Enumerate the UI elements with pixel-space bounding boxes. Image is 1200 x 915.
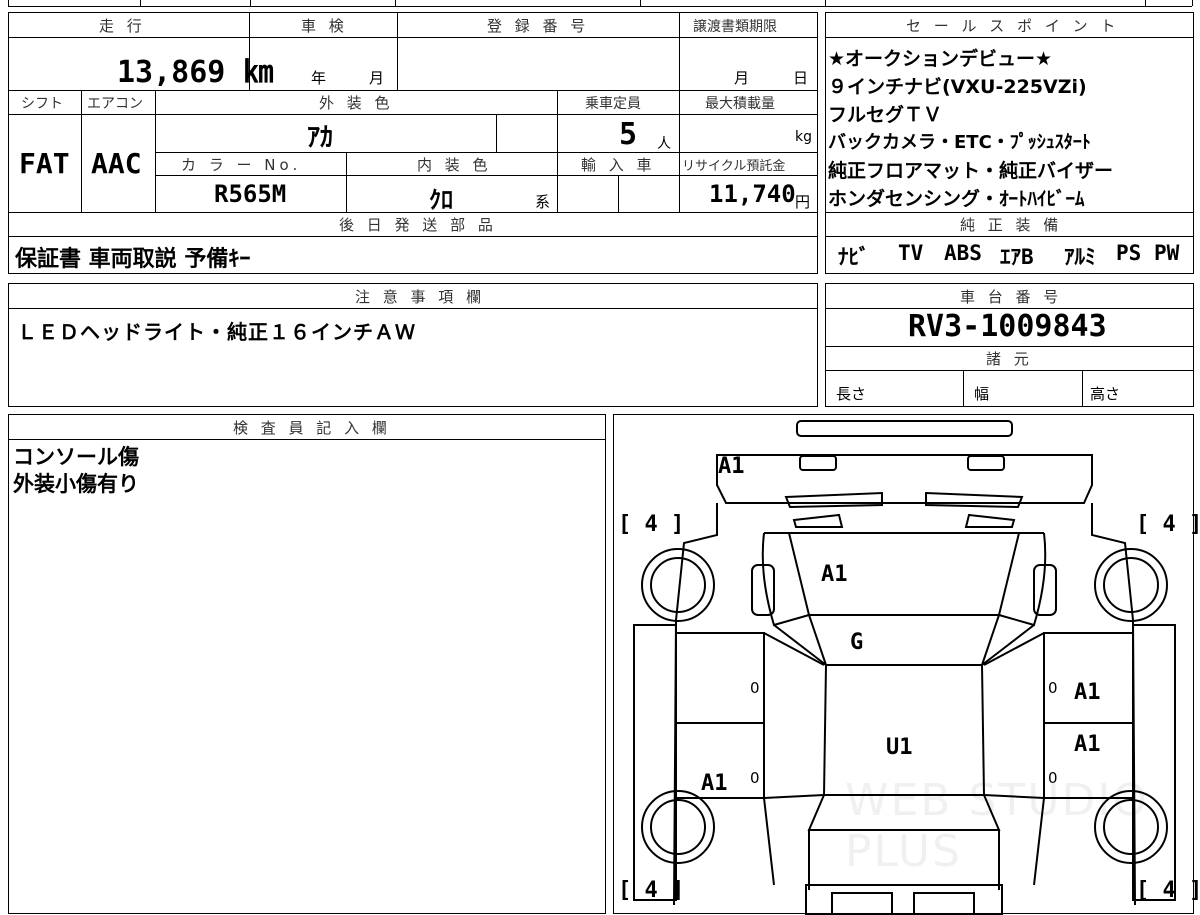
exterior-color-label: 外 装 色 [319,94,394,112]
sales-point-line: バックカメラ・ETC・ﾌﾟｯｼｭｽﾀｰﾄ [828,132,1091,153]
transfer-deadline-label: 譲渡書類期限 [693,19,777,35]
width-label: 幅 [974,385,990,403]
interior-suffix: 系 [535,193,551,211]
color-no-label: カ ラ ー No. [181,156,302,174]
watermark: WEB STUDIO PLUS [845,775,1149,877]
height-label: 高さ [1090,385,1121,403]
inspector-box: 検 査 員 記 入 欄 コンソール傷 外装小傷有り [8,414,606,914]
equipment-item: PS [1116,241,1142,265]
max-load-unit: kg [795,129,812,145]
capacity-unit: 人 [657,136,671,152]
later-parts-value: 保証書 車両取説 予備ｷｰ [15,247,251,272]
inspector-label: 検 査 員 記 入 欄 [233,419,391,437]
sales-point-line: 純正フロアマット・純正バイザー [828,160,1114,182]
damage-mark-hood: A1 [821,562,848,587]
max-load-label: 最大積載量 [705,96,775,112]
inspection-month: 月 [369,69,385,87]
damage-mark-windshield: G [850,630,864,655]
recycle-unit: 円 [795,193,811,211]
equipment-item: ｱﾙﾐ [1064,245,1096,269]
tire-front-left-tread: [ 4 ] [618,512,685,537]
sales-point-line: フルセグＴＶ [828,104,943,126]
door-zero-mark: 0 [750,679,760,697]
equipment-item: ｴｱB [1000,245,1034,269]
inspection-year: 年 [311,69,327,87]
sales-point-line: ９インチナビ(VXU-225VZi) [828,76,1087,98]
inspection-label: 車 検 [301,17,348,35]
inspector-note: コンソール傷 [13,445,139,469]
transfer-day: 日 [793,69,809,87]
sales-points-box: セ ー ル ス ポ イ ン ト ★オークションデビュー★ ９インチナビ(VXU-… [825,12,1194,274]
mileage-value: 13,869 ㎞ [117,55,274,90]
exterior-color-value: ｱｶ [307,123,334,153]
transfer-month: 月 [734,69,750,87]
interior-color-label: 内 装 色 [417,156,492,174]
damage-mark-roof: U1 [886,735,913,760]
tire-rear-left-tread: [ 4 ] [618,878,685,903]
standard-equipment-label: 純 正 装 備 [960,216,1063,234]
shift-value: FAT [19,147,70,180]
sales-points-label: セ ー ル ス ポ イ ン ト [906,17,1120,35]
specs-label: 諸 元 [986,350,1033,368]
sales-point-line: ★オークションデビュー★ [828,48,1053,70]
chassis-number: RV3-1009843 [908,309,1107,344]
top-cut-strip [0,0,1200,8]
chassis-label: 車 台 番 号 [960,288,1063,306]
door-zero-mark: 0 [1048,679,1058,697]
aircon-value: AAC [91,147,142,180]
chassis-box: 車 台 番 号 RV3-1009843 諸 元 長さ 幅 高さ [825,283,1194,407]
sales-point-line: ホンダセンシング・ｵｰﾄﾊｲﾋﾞｰﾑ [828,188,1085,210]
equipment-item: ABS [944,241,982,265]
recycle-value: 11,740 [709,180,796,208]
tire-front-right-tread: [ 4 ] [1136,512,1200,537]
registration-label: 登 録 番 号 [487,17,590,35]
color-no-value: R565M [214,180,287,208]
equipment-item: ﾅﾋﾞ [838,245,870,269]
damage-mark-left-rear-door: A1 [701,771,728,796]
length-label: 長さ [836,385,867,403]
notes-value: ＬＥＤヘッドライト・純正１６インチＡＷ [17,320,416,344]
vehicle-info-table: 走 行 車 検 登 録 番 号 譲渡書類期限 13,869 ㎞ 年 月 月 日 … [8,12,818,274]
door-zero-mark: 0 [750,769,760,787]
equipment-item: TV [898,241,924,265]
notes-label: 注 意 事 項 欄 [355,288,486,306]
damage-mark-front-bumper: A1 [718,454,745,479]
notes-box: 注 意 事 項 欄 ＬＥＤヘッドライト・純正１６インチＡＷ [8,283,818,407]
shift-label: シフト [21,96,63,112]
inspector-note: 外装小傷有り [13,472,139,496]
capacity-value: 5 [619,117,638,152]
damage-mark-right-rear-door: A1 [1074,732,1101,757]
equipment-item: PW [1154,241,1180,265]
later-parts-label: 後 日 発 送 部 品 [339,216,497,234]
aircon-label: エアコン [87,96,143,112]
mileage-label: 走 行 [99,17,146,35]
damage-mark-right-front-door: A1 [1074,680,1101,705]
interior-color-value: ｸﾛ [429,186,453,214]
recycle-label: リサイクル預託金 [682,159,786,174]
capacity-label: 乗車定員 [585,96,641,112]
import-label: 輸 入 車 [581,156,656,174]
tire-rear-right-tread: [ 4 ] [1136,878,1200,903]
